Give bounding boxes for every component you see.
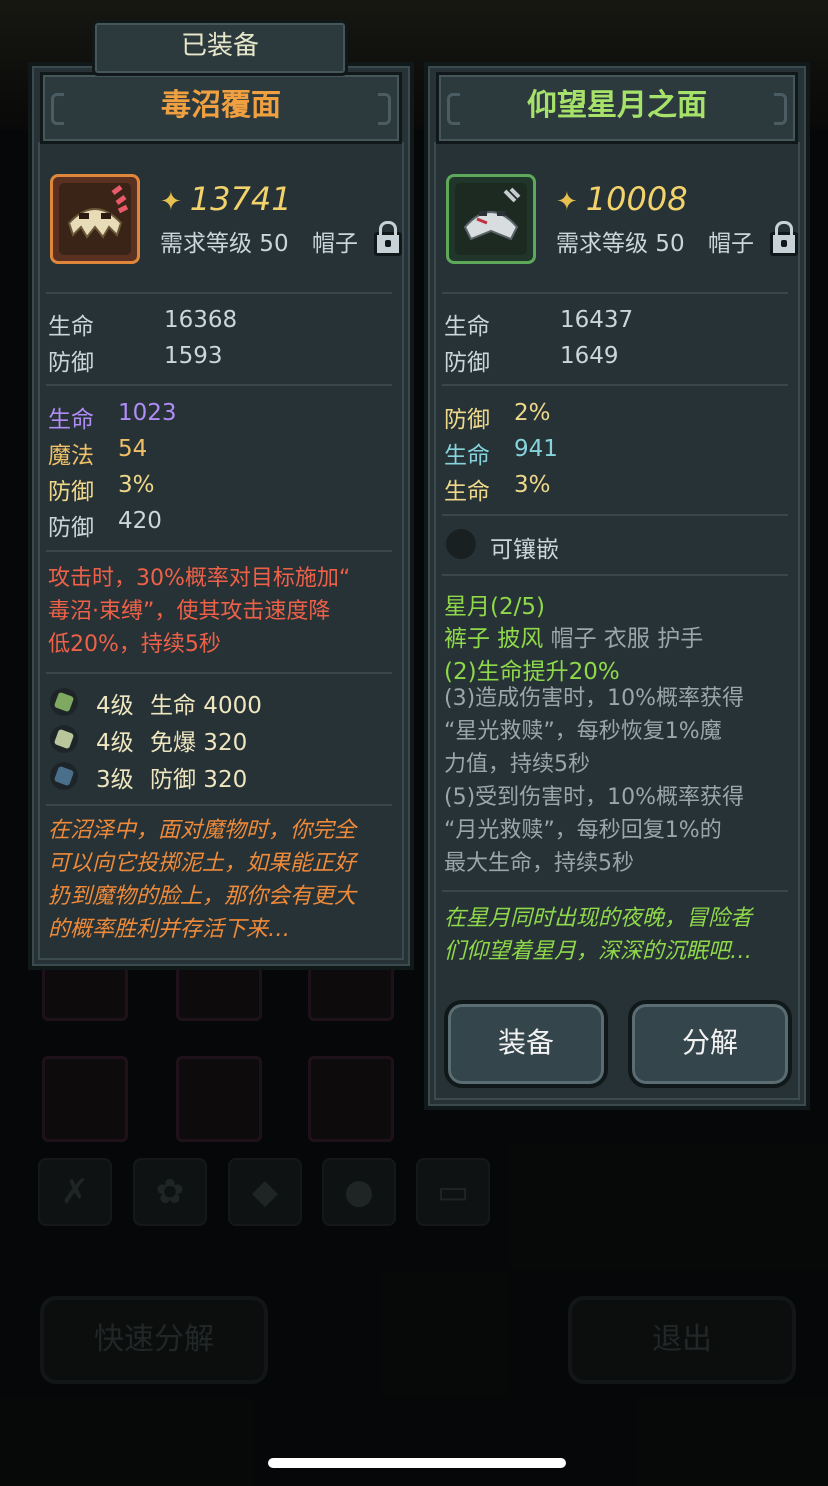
gem-level: 4级 <box>96 693 134 719</box>
mask-icon <box>59 183 131 255</box>
power-icon: ✦ <box>160 187 182 217</box>
divider <box>46 550 392 552</box>
gem-icon <box>50 725 78 753</box>
lore-text: 在沼泽中，面对魔物时，你完全 可以向它投掷泥土，如果能正好 扔到魔物的脸上，那你… <box>48 818 357 942</box>
gem-level: 3级 <box>96 767 134 793</box>
item-name-plate: 毒沼覆面 <box>40 72 402 144</box>
item-name: 毒沼覆面 <box>161 88 281 123</box>
divider <box>46 384 392 386</box>
divider <box>46 292 392 294</box>
dismantle-button[interactable]: 分解 <box>628 1000 792 1088</box>
power-value: 13741 <box>189 180 292 218</box>
stat-name: 生命 <box>444 443 490 469</box>
stat-name: 防御 <box>48 515 94 541</box>
item-name-plate: 仰望星月之面 <box>436 72 798 144</box>
lore-text: 在星月同时出现的夜晚，冒险者 们仰望着星月，深深的沉眠吧… <box>444 906 753 964</box>
gem-level: 4级 <box>96 730 134 756</box>
stat-name: 生命 <box>48 314 94 340</box>
stat-value: 941 <box>514 436 558 462</box>
stat-value: 420 <box>118 508 162 534</box>
slot-type: 帽子 <box>312 231 358 257</box>
socket-label: 可镶嵌 <box>490 537 559 563</box>
gem-icon <box>50 688 78 716</box>
item-name: 仰望星月之面 <box>527 88 707 123</box>
equipped-tag: 已装备 <box>92 20 348 76</box>
set-pieces: 裤子 披风 帽子 衣服 护手 <box>444 619 703 653</box>
power-score: ✦ 10008 <box>556 180 688 218</box>
stat-name: 防御 <box>48 350 94 376</box>
stat-name: 生命 <box>444 314 490 340</box>
gem-stat: 生命 4000 <box>150 693 262 719</box>
set-bonus-3: (3)造成伤害时，10%概率获得 “星光救赎”，每秒恢复1%魔 力值，持续5秒 <box>444 686 745 777</box>
stat-name: 魔法 <box>48 443 94 469</box>
empty-socket-icon <box>446 529 476 559</box>
divider <box>442 514 788 516</box>
power-icon: ✦ <box>556 187 578 217</box>
divider <box>442 384 788 386</box>
power-score: ✦ 13741 <box>160 180 292 218</box>
special-effect-text: 攻击时，30%概率对目标施加“ 毒沼·束缚”，使其攻击速度降 低20%，持续5秒 <box>48 566 351 657</box>
stat-value: 3% <box>118 472 155 498</box>
divider <box>442 890 788 892</box>
power-value: 10008 <box>585 180 688 218</box>
set-pieces-active: 裤子 披风 <box>444 626 544 652</box>
stat-name: 防御 <box>444 350 490 376</box>
divider <box>442 574 788 576</box>
stat-name: 生命 <box>444 479 490 505</box>
item-icon-frame[interactable] <box>50 174 140 264</box>
stat-value: 2% <box>514 400 551 426</box>
set-bonus-2: (2)生命提升20% <box>444 659 620 685</box>
set-bonus-5: (5)受到伤害时，10%概率获得 “月光救赎”，每秒回复1%的 最大生命，持续5… <box>444 785 745 876</box>
lock-icon[interactable] <box>770 221 798 256</box>
divider <box>442 292 788 294</box>
helmet-icon <box>455 183 527 255</box>
stat-value: 16368 <box>164 307 238 333</box>
stat-value: 3% <box>514 472 551 498</box>
item-icon-frame[interactable] <box>446 174 536 264</box>
stat-name: 防御 <box>444 407 490 433</box>
stat-name: 防御 <box>48 479 94 505</box>
stat-value: 16437 <box>560 307 634 333</box>
divider <box>46 804 392 806</box>
home-indicator[interactable] <box>268 1458 566 1468</box>
stat-value: 1649 <box>560 343 619 369</box>
stat-value: 1593 <box>164 343 223 369</box>
set-title: 星月(2/5) <box>444 594 545 620</box>
stat-value: 1023 <box>118 400 177 426</box>
set-pieces-inactive: 帽子 衣服 护手 <box>550 626 704 652</box>
required-level: 需求等级 50 <box>556 231 685 257</box>
gem-stat: 防御 320 <box>150 767 248 793</box>
lock-icon[interactable] <box>374 221 402 256</box>
gem-stat: 免爆 320 <box>150 730 248 756</box>
equip-button[interactable]: 装备 <box>444 1000 608 1088</box>
divider <box>46 672 392 674</box>
slot-type: 帽子 <box>708 231 754 257</box>
stat-value: 54 <box>118 436 148 462</box>
required-level: 需求等级 50 <box>160 231 289 257</box>
gem-icon <box>50 762 78 790</box>
stat-name: 生命 <box>48 407 94 433</box>
